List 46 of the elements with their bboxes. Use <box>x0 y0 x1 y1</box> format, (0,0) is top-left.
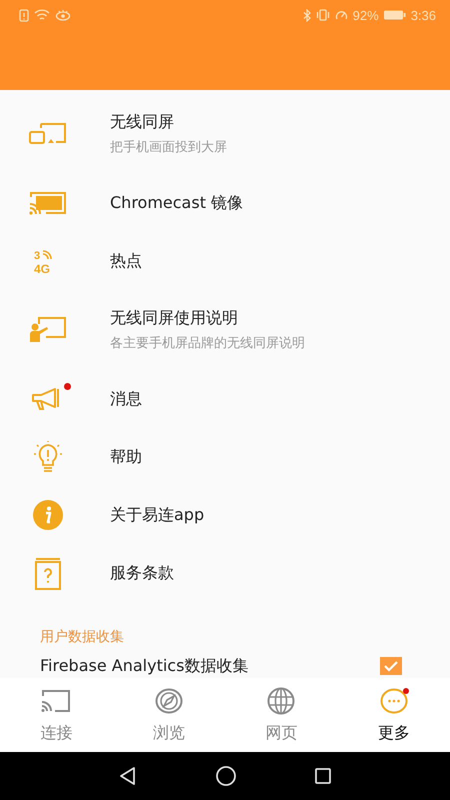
nav-tab[interactable]: 更多 <box>338 678 450 752</box>
menu-item[interactable]: 服务条款 <box>0 544 450 602</box>
more-icon <box>380 686 408 714</box>
nav-tab[interactable]: 浏览 <box>112 678 225 752</box>
home-button[interactable] <box>214 765 237 787</box>
screen-mirroring-icon <box>29 123 67 145</box>
menu-title: 消息 <box>110 388 142 410</box>
speedometer-icon <box>334 9 348 21</box>
setting-label: Firebase Analytics数据收集 <box>40 656 248 676</box>
menu-title: 无线同屏 <box>110 112 175 133</box>
battery-icon <box>384 10 406 20</box>
info-icon <box>33 500 63 530</box>
menu-subtitle: 各主要手机屏品牌的无线同屏说明 <box>110 335 305 352</box>
menu-title: 无线同屏使用说明 <box>110 308 239 329</box>
menu-item[interactable]: 帮助 <box>0 428 450 486</box>
globe-icon <box>267 686 296 714</box>
menu-item[interactable]: 消息 <box>0 370 450 428</box>
nav-tab[interactable]: 网页 <box>225 678 338 752</box>
menu-item[interactable]: 关于易连app <box>0 486 450 544</box>
menu-item[interactable]: 3 4G 热点 <box>0 232 450 290</box>
section-header: 用户数据收集 <box>40 628 125 646</box>
bluetooth-icon <box>302 8 311 22</box>
checkbox[interactable] <box>380 657 402 675</box>
menu-item[interactable]: 无线同屏使用说明 各主要手机屏品牌的无线同屏说明 <box>0 290 450 370</box>
question-book-icon <box>34 556 62 590</box>
cast-icon <box>29 191 67 215</box>
sim-alert-icon <box>19 8 29 22</box>
presentation-icon <box>30 317 66 343</box>
eye-icon <box>55 9 71 21</box>
recents-button[interactable] <box>314 767 332 785</box>
menu-item[interactable]: Chromecast 镜像 <box>0 174 450 232</box>
menu-subtitle: 把手机画面投到大屏 <box>110 139 227 156</box>
nav-tab[interactable]: 连接 <box>0 678 112 752</box>
menu-title: 热点 <box>110 250 142 272</box>
menu-item[interactable]: 无线同屏 把手机画面投到大屏 <box>0 94 450 174</box>
cast-icon <box>41 688 72 712</box>
battery-percent: 92% <box>352 8 379 22</box>
wifi-icon <box>34 8 50 22</box>
menu-title: Chromecast 镜像 <box>110 192 244 214</box>
clock: 3:36 <box>410 8 436 22</box>
vibrate-icon <box>316 9 330 21</box>
menu-title: 关于易连app <box>110 504 204 526</box>
lightbulb-icon <box>31 441 65 473</box>
menu-title: 帮助 <box>110 446 142 468</box>
menu-title: 服务条款 <box>110 562 174 584</box>
compass-icon <box>154 686 183 714</box>
